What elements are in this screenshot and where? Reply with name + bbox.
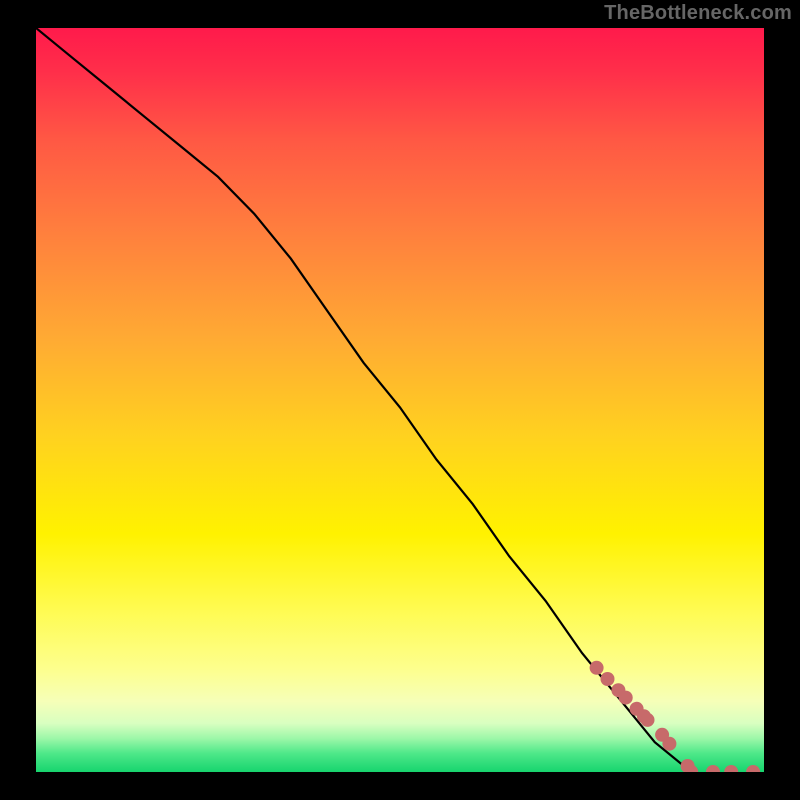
marker-point [601, 672, 615, 686]
chart-plot-area [36, 28, 764, 772]
marker-point [590, 661, 604, 675]
watermark-text: TheBottleneck.com [604, 2, 792, 25]
chart-frame: TheBottleneck.com [0, 0, 800, 800]
heatmap-background [36, 28, 764, 772]
marker-point [662, 737, 676, 751]
marker-point [619, 691, 633, 705]
marker-point [641, 713, 655, 727]
chart-svg [36, 28, 764, 772]
